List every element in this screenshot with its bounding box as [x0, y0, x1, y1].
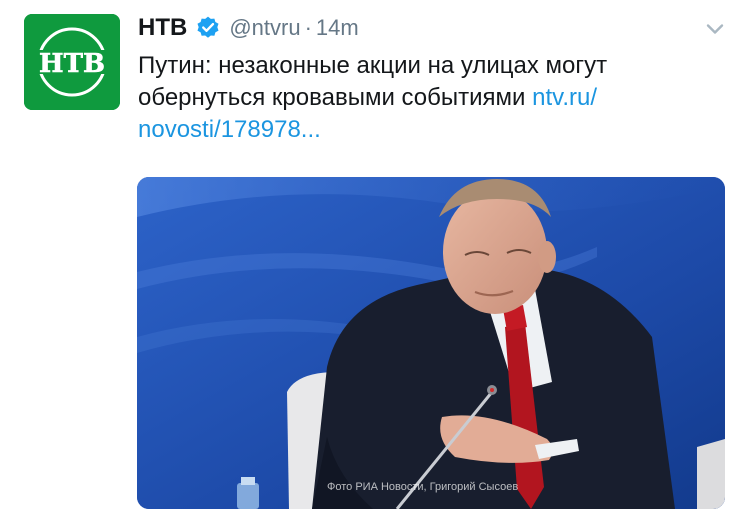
avatar-logo-text: НТВ	[39, 49, 105, 79]
verified-badge-icon	[197, 16, 219, 38]
photo-credit: Фото РИА Новости, Григорий Сысоев	[327, 481, 519, 493]
chevron-down-icon[interactable]	[703, 17, 727, 41]
tweet-media-photo[interactable]: Фото РИА Новости, Григорий Сысоев	[137, 177, 725, 509]
tweet-timestamp[interactable]: 14m	[316, 15, 359, 41]
tweet-header: НТВ @ntvru · 14m	[138, 11, 359, 45]
tweet-link-part-2[interactable]: novosti/178978...	[138, 114, 738, 146]
ntv-logo-icon: НТВ	[24, 14, 120, 110]
display-name[interactable]: НТВ	[138, 14, 187, 42]
photo-image	[137, 177, 725, 509]
tweet-link-part-1[interactable]: ntv.ru/	[532, 84, 597, 111]
user-handle[interactable]: @ntvru	[229, 15, 300, 41]
avatar[interactable]: НТВ	[24, 14, 120, 110]
separator-dot: ·	[304, 15, 312, 40]
tweet-text-line-2-body: обернуться кровавыми событиями	[138, 84, 526, 111]
tweet-text-line-1: Путин: незаконные акции на улицах могут	[138, 52, 608, 79]
tweet-text-line-2: обернуться кровавыми событиями ntv.ru/	[138, 82, 738, 114]
tweet-text: Путин: незаконные акции на улицах могут …	[138, 50, 738, 146]
